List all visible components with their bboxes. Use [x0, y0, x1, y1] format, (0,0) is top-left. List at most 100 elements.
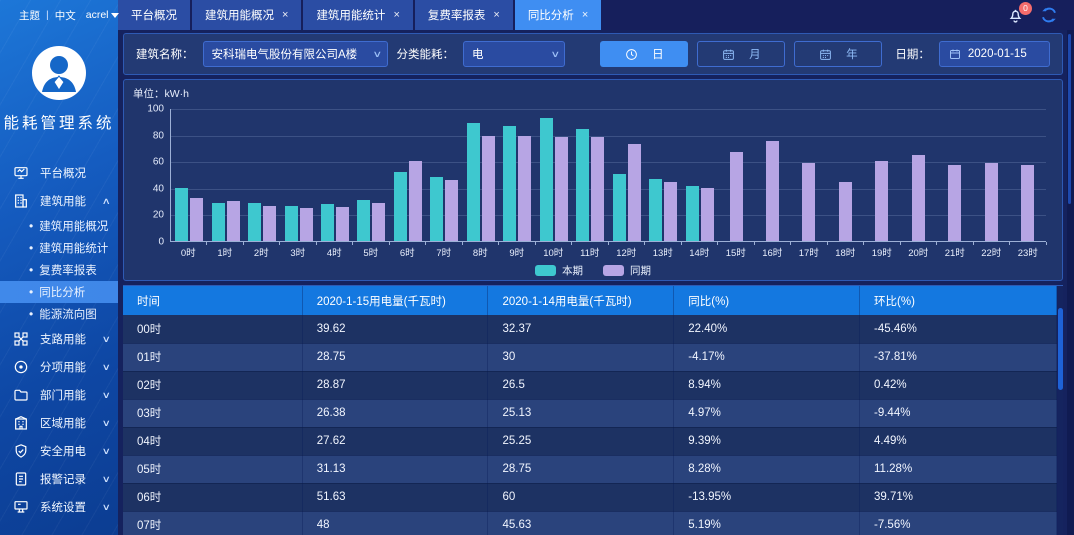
sidebar-item-label: 报警记录	[40, 471, 86, 487]
legend-swatch	[535, 265, 556, 276]
building-select[interactable]: 安科瑞电气股份有限公司A楼 ∨	[203, 41, 388, 67]
bar-同期-3时	[300, 208, 313, 241]
bar-同期-21时	[948, 165, 961, 241]
bar-同期-0时	[190, 198, 203, 241]
x-axis-tick-label: 15时	[718, 245, 755, 259]
chevron-down-icon: ∨	[102, 334, 111, 345]
user-avatar[interactable]	[32, 46, 86, 100]
sidebar-item-4[interactable]: 分项用能∨	[0, 353, 118, 381]
table-row-00时: 00时39.6232.3722.40%-45.46%	[123, 315, 1057, 343]
table-cell: -13.95%	[674, 483, 860, 511]
table-cell: 01时	[123, 343, 302, 371]
table-header-cell: 环比(%)	[860, 286, 1057, 315]
sidebar-subitem[interactable]: •能源流向图	[0, 303, 118, 325]
table-row-07时: 07时4845.635.19%-7.56%	[123, 511, 1057, 535]
legend-label: 同期	[630, 263, 651, 278]
tab-建筑用能概况[interactable]: 建筑用能概况×	[192, 0, 301, 30]
bar-本期-7时	[430, 177, 443, 241]
caret-down-icon	[111, 13, 119, 18]
tab-bar: 平台概况建筑用能概况×建筑用能统计×复费率报表×同比分析×	[118, 0, 603, 30]
tab-label: 复费率报表	[428, 7, 486, 23]
bar-本期-8时	[467, 123, 480, 241]
bullet-icon: •	[29, 220, 33, 232]
legend-item-本期[interactable]: 本期	[535, 263, 583, 278]
tab-建筑用能统计[interactable]: 建筑用能统计×	[303, 0, 412, 30]
period-button-日[interactable]: 日	[600, 41, 688, 67]
sidebar-item-label: 平台概况	[40, 165, 86, 181]
sidebar-item-2[interactable]: 建筑用能∧	[0, 187, 118, 215]
x-axis-tick-label: 18时	[827, 245, 864, 259]
period-button-月[interactable]: 月	[697, 41, 785, 67]
bar-本期-14时	[686, 186, 699, 241]
table-cell: 0.42%	[860, 371, 1057, 399]
table-cell: 9.39%	[674, 427, 860, 455]
sidebar-item-7[interactable]: 安全用电∨	[0, 437, 118, 465]
language-switch[interactable]: 中文	[55, 8, 76, 23]
bar-group-20时	[900, 109, 936, 241]
bullet-icon: •	[29, 264, 33, 276]
sidebar-item-5[interactable]: 部门用能∨	[0, 381, 118, 409]
sidebar-item-9[interactable]: 系统设置∨	[0, 493, 118, 521]
sidebar-subitem[interactable]: •建筑用能概况	[0, 215, 118, 237]
user-menu[interactable]: acrel	[86, 9, 119, 21]
x-axis-tick-label: 5时	[353, 245, 390, 259]
topbar-icons: 0	[1007, 6, 1074, 24]
table-body: 00时39.6232.3722.40%-45.46%01时28.7530-4.1…	[123, 315, 1057, 535]
notification-bell-icon[interactable]: 0	[1007, 7, 1024, 24]
user-name: acrel	[86, 9, 109, 21]
x-axis-tick-label: 9时	[499, 245, 536, 259]
table-header-cell: 时间	[123, 286, 302, 315]
table-cell: 26.38	[302, 399, 488, 427]
tab-复费率报表[interactable]: 复费率报表 ×	[415, 0, 513, 30]
sidebar-item-3[interactable]: 支路用能∨	[0, 325, 118, 353]
theme-switch[interactable]: 主题	[19, 8, 40, 23]
x-axis-tick-label: 2时	[243, 245, 280, 259]
bar-同期-11时	[591, 137, 604, 241]
sidebar-item-label: 建筑用能	[40, 193, 86, 209]
comparison-table: 时间2020-1-15用电量(千瓦时)2020-1-14用电量(千瓦时)同比(%…	[123, 286, 1057, 535]
table-cell: 27.62	[302, 427, 488, 455]
energy-category-select[interactable]: 电 ∨	[463, 41, 565, 67]
sidebar-subitem[interactable]: •复费率报表	[0, 259, 118, 281]
table-header-row: 时间2020-1-15用电量(千瓦时)2020-1-14用电量(千瓦时)同比(%…	[123, 286, 1057, 315]
refresh-button[interactable]	[1040, 6, 1058, 24]
chevron-down-icon: ∨	[102, 418, 111, 429]
page-scrollbar-thumb[interactable]	[1068, 34, 1071, 204]
bar-同期-23时	[1021, 165, 1034, 241]
table-cell: 28.87	[302, 371, 488, 399]
table-scrollbar-thumb[interactable]	[1058, 308, 1063, 390]
sidebar-item-1[interactable]: 平台概况	[0, 159, 118, 187]
building-energy-icon	[13, 193, 29, 209]
region-energy-icon	[13, 415, 29, 431]
period-button-年[interactable]: 年	[794, 41, 882, 67]
sidebar-item-label: 分项用能	[40, 359, 86, 375]
chevron-down-icon: ∨	[102, 390, 111, 401]
person-icon	[32, 46, 86, 100]
sidebar-subitem[interactable]: •同比分析	[0, 281, 118, 303]
y-axis-tick-label: 80	[153, 130, 164, 141]
sidebar-subitem-label: 能源流向图	[39, 306, 97, 322]
tab-close-icon[interactable]: ×	[493, 9, 499, 21]
sidebar-subitem-label: 同比分析	[39, 284, 85, 300]
sidebar-item-label: 区域用能	[40, 415, 86, 431]
x-axis-labels: 0时1时2时3时4时5时6时7时8时9时10时11时12时13时14时15时16…	[170, 245, 1046, 259]
tab-close-icon[interactable]: ×	[393, 9, 399, 21]
tab-close-icon[interactable]: ×	[282, 9, 288, 21]
legend-item-同期[interactable]: 同期	[603, 263, 651, 278]
sidebar-subitem[interactable]: •建筑用能统计	[0, 237, 118, 259]
sidebar-item-6[interactable]: 区域用能 ∨	[0, 409, 118, 437]
tab-平台概况[interactable]: 平台概况	[118, 0, 190, 30]
date-picker-input[interactable]: 2020-01-15	[939, 41, 1050, 67]
tab-同比分析[interactable]: 同比分析×	[515, 0, 601, 30]
platform-monitor-icon	[13, 165, 29, 181]
tab-close-icon[interactable]: ×	[582, 9, 588, 21]
table-cell: 28.75	[302, 343, 488, 371]
bar-同期-19时	[875, 161, 888, 241]
table-cell: 03时	[123, 399, 302, 427]
chevron-down-icon: ∨	[102, 446, 111, 457]
app-title: 能耗管理系统	[0, 111, 118, 133]
bar-本期-1时	[212, 203, 225, 241]
sidebar-item-8[interactable]: 报警记录∨	[0, 465, 118, 493]
x-axis-tick-label: 21时	[937, 245, 974, 259]
subitem-energy-icon	[13, 359, 29, 375]
